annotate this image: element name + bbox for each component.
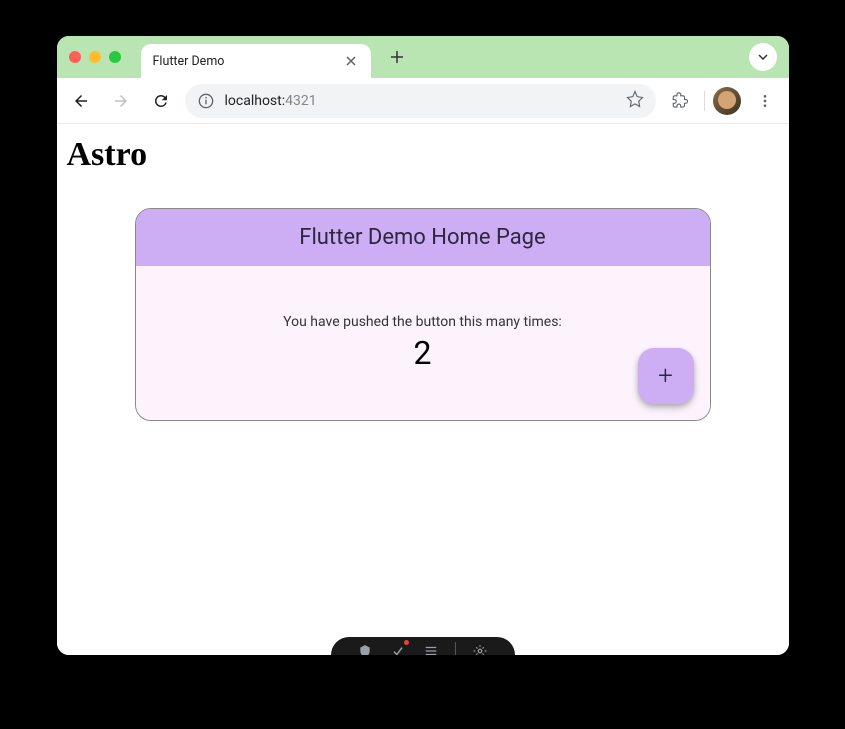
browser-window: Flutter Demo localhost:4321	[57, 36, 789, 655]
page-content: Astro Flutter Demo Home Page You have pu…	[57, 124, 789, 655]
dock-list-icon[interactable]	[422, 642, 440, 655]
dock-settings-icon[interactable]	[471, 642, 489, 655]
bookmark-icon[interactable]	[626, 90, 644, 112]
tab-bar: Flutter Demo	[57, 36, 789, 78]
browser-tab[interactable]: Flutter Demo	[141, 44, 371, 78]
url-host: localhost:	[225, 93, 286, 109]
card-header: Flutter Demo Home Page	[136, 209, 710, 266]
increment-button[interactable]: +	[638, 348, 694, 404]
card-body: You have pushed the button this many tim…	[136, 266, 710, 420]
counter-value: 2	[156, 334, 690, 372]
counter-label: You have pushed the button this many tim…	[156, 314, 690, 330]
back-button[interactable]	[65, 85, 97, 117]
close-tab-button[interactable]	[343, 53, 359, 69]
extensions-button[interactable]	[664, 85, 696, 117]
url-port: 4321	[285, 93, 316, 109]
card-title: Flutter Demo Home Page	[136, 225, 710, 250]
tabs-dropdown-button[interactable]	[749, 43, 777, 71]
dock-inspector-icon[interactable]	[356, 642, 374, 655]
reload-button[interactable]	[145, 85, 177, 117]
plus-icon: +	[658, 361, 673, 391]
page-heading: Astro	[57, 124, 789, 186]
forward-button[interactable]	[105, 85, 137, 117]
new-tab-button[interactable]	[383, 43, 411, 71]
menu-button[interactable]	[749, 85, 781, 117]
minimize-window-button[interactable]	[89, 51, 101, 63]
flutter-card: Flutter Demo Home Page You have pushed t…	[135, 208, 711, 421]
close-window-button[interactable]	[69, 51, 81, 63]
dock-debug-icon[interactable]	[389, 642, 407, 655]
profile-avatar[interactable]	[713, 87, 741, 115]
dock-divider	[455, 642, 456, 655]
maximize-window-button[interactable]	[109, 51, 121, 63]
devtools-dock	[331, 637, 515, 655]
url-bar[interactable]: localhost:4321	[185, 84, 656, 118]
url-text: localhost:4321	[225, 93, 616, 109]
window-controls	[69, 51, 121, 63]
tab-title: Flutter Demo	[153, 54, 225, 69]
toolbar-divider	[704, 91, 705, 111]
site-info-icon[interactable]	[197, 92, 215, 110]
notification-dot-icon	[404, 640, 409, 645]
address-bar: localhost:4321	[57, 78, 789, 124]
